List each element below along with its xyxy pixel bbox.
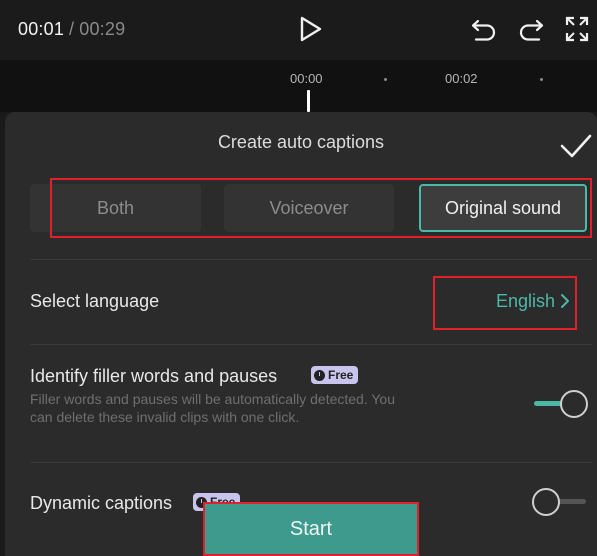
filler-words-description: Filler words and pauses will be automati…: [30, 391, 395, 425]
language-value[interactable]: English: [496, 291, 555, 312]
checkmark-icon[interactable]: [559, 132, 593, 160]
chevron-right-icon[interactable]: [559, 292, 571, 310]
select-language-label: Select language: [30, 291, 160, 311]
divider: [30, 344, 592, 345]
play-icon[interactable]: [299, 16, 323, 42]
free-badge: Free: [311, 366, 359, 384]
source-option-original-sound[interactable]: Original sound: [419, 184, 587, 232]
player-toolbar: 00:01/00:29: [0, 0, 597, 60]
toggle-knob: [532, 488, 560, 516]
filler-words-label: Identify filler words and pauses: [30, 366, 278, 386]
free-badge-label: Free: [328, 368, 354, 382]
time-separator: /: [69, 19, 75, 39]
timeline-ruler[interactable]: 00:00 00:02: [0, 60, 597, 112]
source-selector: Both Voiceover Original sound: [30, 182, 590, 234]
timeline-tick-label: 00:02: [445, 71, 478, 86]
dynamic-captions-toggle[interactable]: [532, 488, 588, 516]
duration: 00:29: [79, 19, 126, 39]
auto-captions-sheet: Create auto captions Both Voiceover Orig…: [5, 112, 597, 556]
undo-icon[interactable]: [470, 17, 498, 41]
redo-icon[interactable]: [517, 17, 545, 41]
current-time: 00:01: [18, 19, 65, 39]
toggle-knob: [560, 390, 588, 418]
timeline-tick-label: 00:00: [290, 71, 323, 86]
filler-words-toggle[interactable]: [534, 390, 590, 418]
timeline-tick-dot: [540, 78, 543, 81]
dynamic-captions-label: Dynamic captions: [30, 493, 173, 513]
timeline-tick-dot: [384, 78, 387, 81]
playhead[interactable]: [307, 90, 310, 112]
divider: [30, 462, 592, 463]
clock-icon: [314, 369, 325, 381]
source-option-both[interactable]: Both: [30, 184, 201, 232]
fullscreen-icon[interactable]: [565, 16, 589, 42]
time-display: 00:01/00:29: [18, 19, 125, 40]
start-button[interactable]: Start: [203, 502, 419, 556]
sheet-title: Create auto captions: [217, 132, 385, 152]
source-option-voiceover[interactable]: Voiceover: [224, 184, 394, 232]
divider: [30, 259, 592, 260]
